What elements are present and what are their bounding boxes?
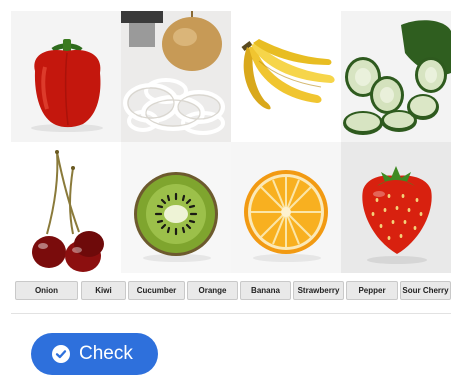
sour-cherry-image (11, 142, 121, 273)
label-sour-cherry[interactable]: Sour Cherry (400, 281, 451, 300)
image-banana (231, 11, 341, 142)
orange-image (231, 142, 341, 273)
label-strawberry[interactable]: Strawberry (293, 281, 344, 300)
label-kiwi[interactable]: Kiwi (81, 281, 126, 300)
image-onion (121, 11, 231, 142)
image-sour-cherry (11, 142, 121, 273)
label-banana[interactable]: Banana (240, 281, 291, 300)
image-grid (11, 11, 451, 273)
divider (11, 313, 451, 314)
image-kiwi (121, 142, 231, 273)
label-cucumber[interactable]: Cucumber (128, 281, 185, 300)
check-button-label: Check (79, 343, 133, 364)
image-pepper (11, 11, 121, 142)
strawberry-image (341, 142, 451, 273)
image-strawberry (341, 142, 451, 273)
label-orange[interactable]: Orange (187, 281, 238, 300)
kiwi-image (121, 142, 231, 273)
banana-image (231, 11, 341, 142)
pepper-image (11, 11, 121, 142)
check-circle-icon (52, 345, 70, 363)
onion-image (121, 11, 231, 142)
label-bank: Onion Kiwi Cucumber Orange Banana Strawb… (15, 281, 451, 301)
image-orange (231, 142, 341, 273)
label-onion[interactable]: Onion (15, 281, 78, 300)
cucumber-image (341, 11, 451, 142)
image-cucumber (341, 11, 451, 142)
label-pepper[interactable]: Pepper (346, 281, 398, 300)
check-button[interactable]: Check (31, 333, 158, 375)
